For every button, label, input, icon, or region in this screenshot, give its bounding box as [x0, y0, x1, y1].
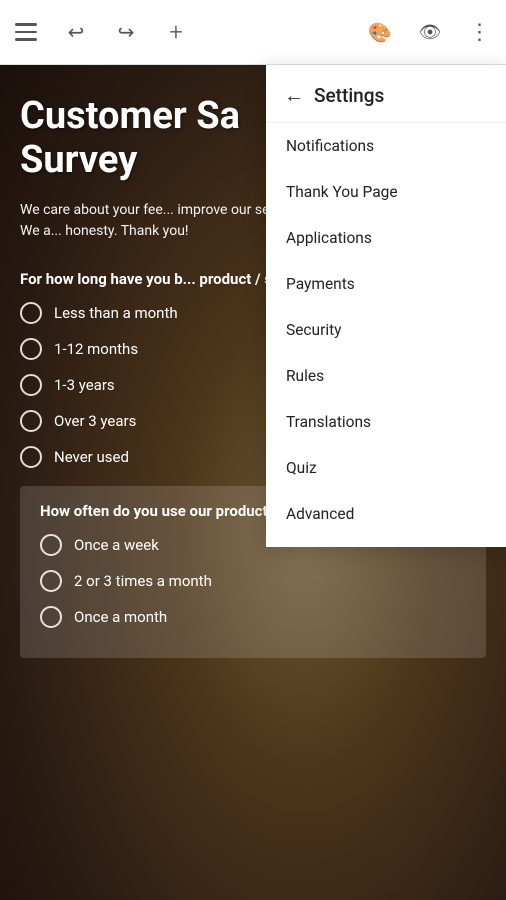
toolbar: ⋮	[0, 0, 506, 65]
back-button[interactable]: ←	[284, 83, 304, 108]
menu-button[interactable]	[10, 16, 42, 48]
settings-item-advanced[interactable]: Advanced	[266, 491, 506, 537]
undo-button[interactable]	[60, 16, 92, 48]
add-button[interactable]	[160, 16, 192, 48]
option-2-3-times[interactable]: 2 or 3 times a month	[40, 570, 466, 592]
option-label: Less than a month	[54, 304, 178, 322]
settings-panel: ← Settings Notifications Thank You Page …	[266, 65, 506, 547]
settings-item-rules[interactable]: Rules	[266, 353, 506, 399]
radio-less-than-month[interactable]	[20, 302, 42, 324]
option-label: 2 or 3 times a month	[74, 572, 212, 590]
radio-once-a-week[interactable]	[40, 534, 62, 556]
radio-2-3-times[interactable]	[40, 570, 62, 592]
radio-1-12-months[interactable]	[20, 338, 42, 360]
palette-button[interactable]	[364, 16, 396, 48]
redo-button[interactable]	[110, 16, 142, 48]
option-once-a-month[interactable]: Once a month	[40, 606, 466, 628]
radio-once-a-month[interactable]	[40, 606, 62, 628]
option-label: Over 3 years	[54, 412, 136, 430]
settings-item-applications[interactable]: Applications	[266, 215, 506, 261]
option-label: Never used	[54, 448, 129, 466]
more-options-button[interactable]: ⋮	[464, 16, 496, 48]
hamburger-icon	[15, 23, 37, 41]
radio-never-used[interactable]	[20, 446, 42, 468]
option-label: Once a week	[74, 536, 159, 554]
option-label: 1-12 months	[54, 340, 138, 358]
settings-item-payments[interactable]: Payments	[266, 261, 506, 307]
radio-1-3-years[interactable]	[20, 374, 42, 396]
radio-over-3-years[interactable]	[20, 410, 42, 432]
settings-title: Settings	[314, 84, 384, 107]
settings-header: ← Settings	[266, 65, 506, 123]
settings-item-security[interactable]: Security	[266, 307, 506, 353]
settings-item-quiz[interactable]: Quiz	[266, 445, 506, 491]
settings-item-notifications[interactable]: Notifications	[266, 123, 506, 169]
option-label: Once a month	[74, 608, 167, 626]
preview-button[interactable]	[414, 16, 446, 48]
option-label: 1-3 years	[54, 376, 115, 394]
settings-item-translations[interactable]: Translations	[266, 399, 506, 445]
settings-item-thank-you-page[interactable]: Thank You Page	[266, 169, 506, 215]
